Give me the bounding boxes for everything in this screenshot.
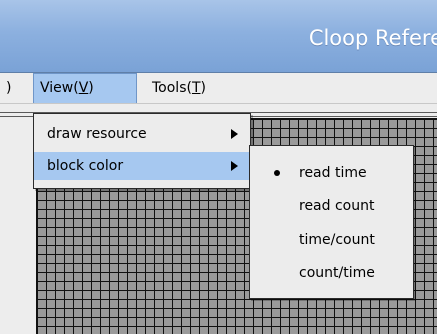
- menu-item-count-time-label: count/time: [299, 265, 375, 281]
- menu-tools-mnemonic: T: [191, 80, 201, 96]
- bullet-icon: [274, 170, 280, 176]
- menu-item-draw-resource[interactable]: draw resource: [34, 120, 250, 148]
- menu-view-suffix: ): [88, 80, 94, 96]
- menu-tools[interactable]: Tools(T): [146, 73, 236, 103]
- app-window: Cloop Refere ) View(V) Tools(T) draw res…: [0, 0, 437, 334]
- title-bar[interactable]: Cloop Refere: [0, 0, 437, 73]
- menu-item-read-time-label: read time: [299, 165, 367, 181]
- menu-item-read-count[interactable]: read count: [250, 192, 413, 220]
- view-dropdown-menu: draw resource block color: [33, 113, 251, 189]
- menu-item-time-count-label: time/count: [299, 232, 375, 248]
- menu-item-read-count-label: read count: [299, 198, 375, 214]
- menu-tools-prefix: Tools(: [152, 80, 192, 96]
- menu-item-draw-resource-label: draw resource: [47, 126, 147, 142]
- window-title: Cloop Refere: [308, 26, 437, 50]
- menu-view-mnemonic: V: [78, 80, 89, 96]
- menu-view[interactable]: View(V): [33, 73, 137, 103]
- chevron-right-icon: [231, 129, 238, 139]
- menu-item-block-color[interactable]: block color: [34, 152, 250, 180]
- menu-item-block-color-label: block color: [47, 158, 124, 174]
- menu-tools-suffix: ): [200, 80, 206, 96]
- menu-previous-partial[interactable]: ): [0, 73, 18, 103]
- menu-previous-partial-label: ): [6, 80, 12, 96]
- block-color-submenu: read time read count time/count count/ti…: [249, 145, 414, 299]
- menu-item-read-time[interactable]: read time: [250, 159, 413, 187]
- menu-item-time-count[interactable]: time/count: [250, 226, 413, 254]
- menu-view-prefix: View(: [40, 80, 79, 96]
- menu-item-count-time[interactable]: count/time: [250, 259, 413, 287]
- chevron-right-icon: [231, 161, 238, 171]
- menu-bar: ) View(V) Tools(T): [0, 73, 437, 104]
